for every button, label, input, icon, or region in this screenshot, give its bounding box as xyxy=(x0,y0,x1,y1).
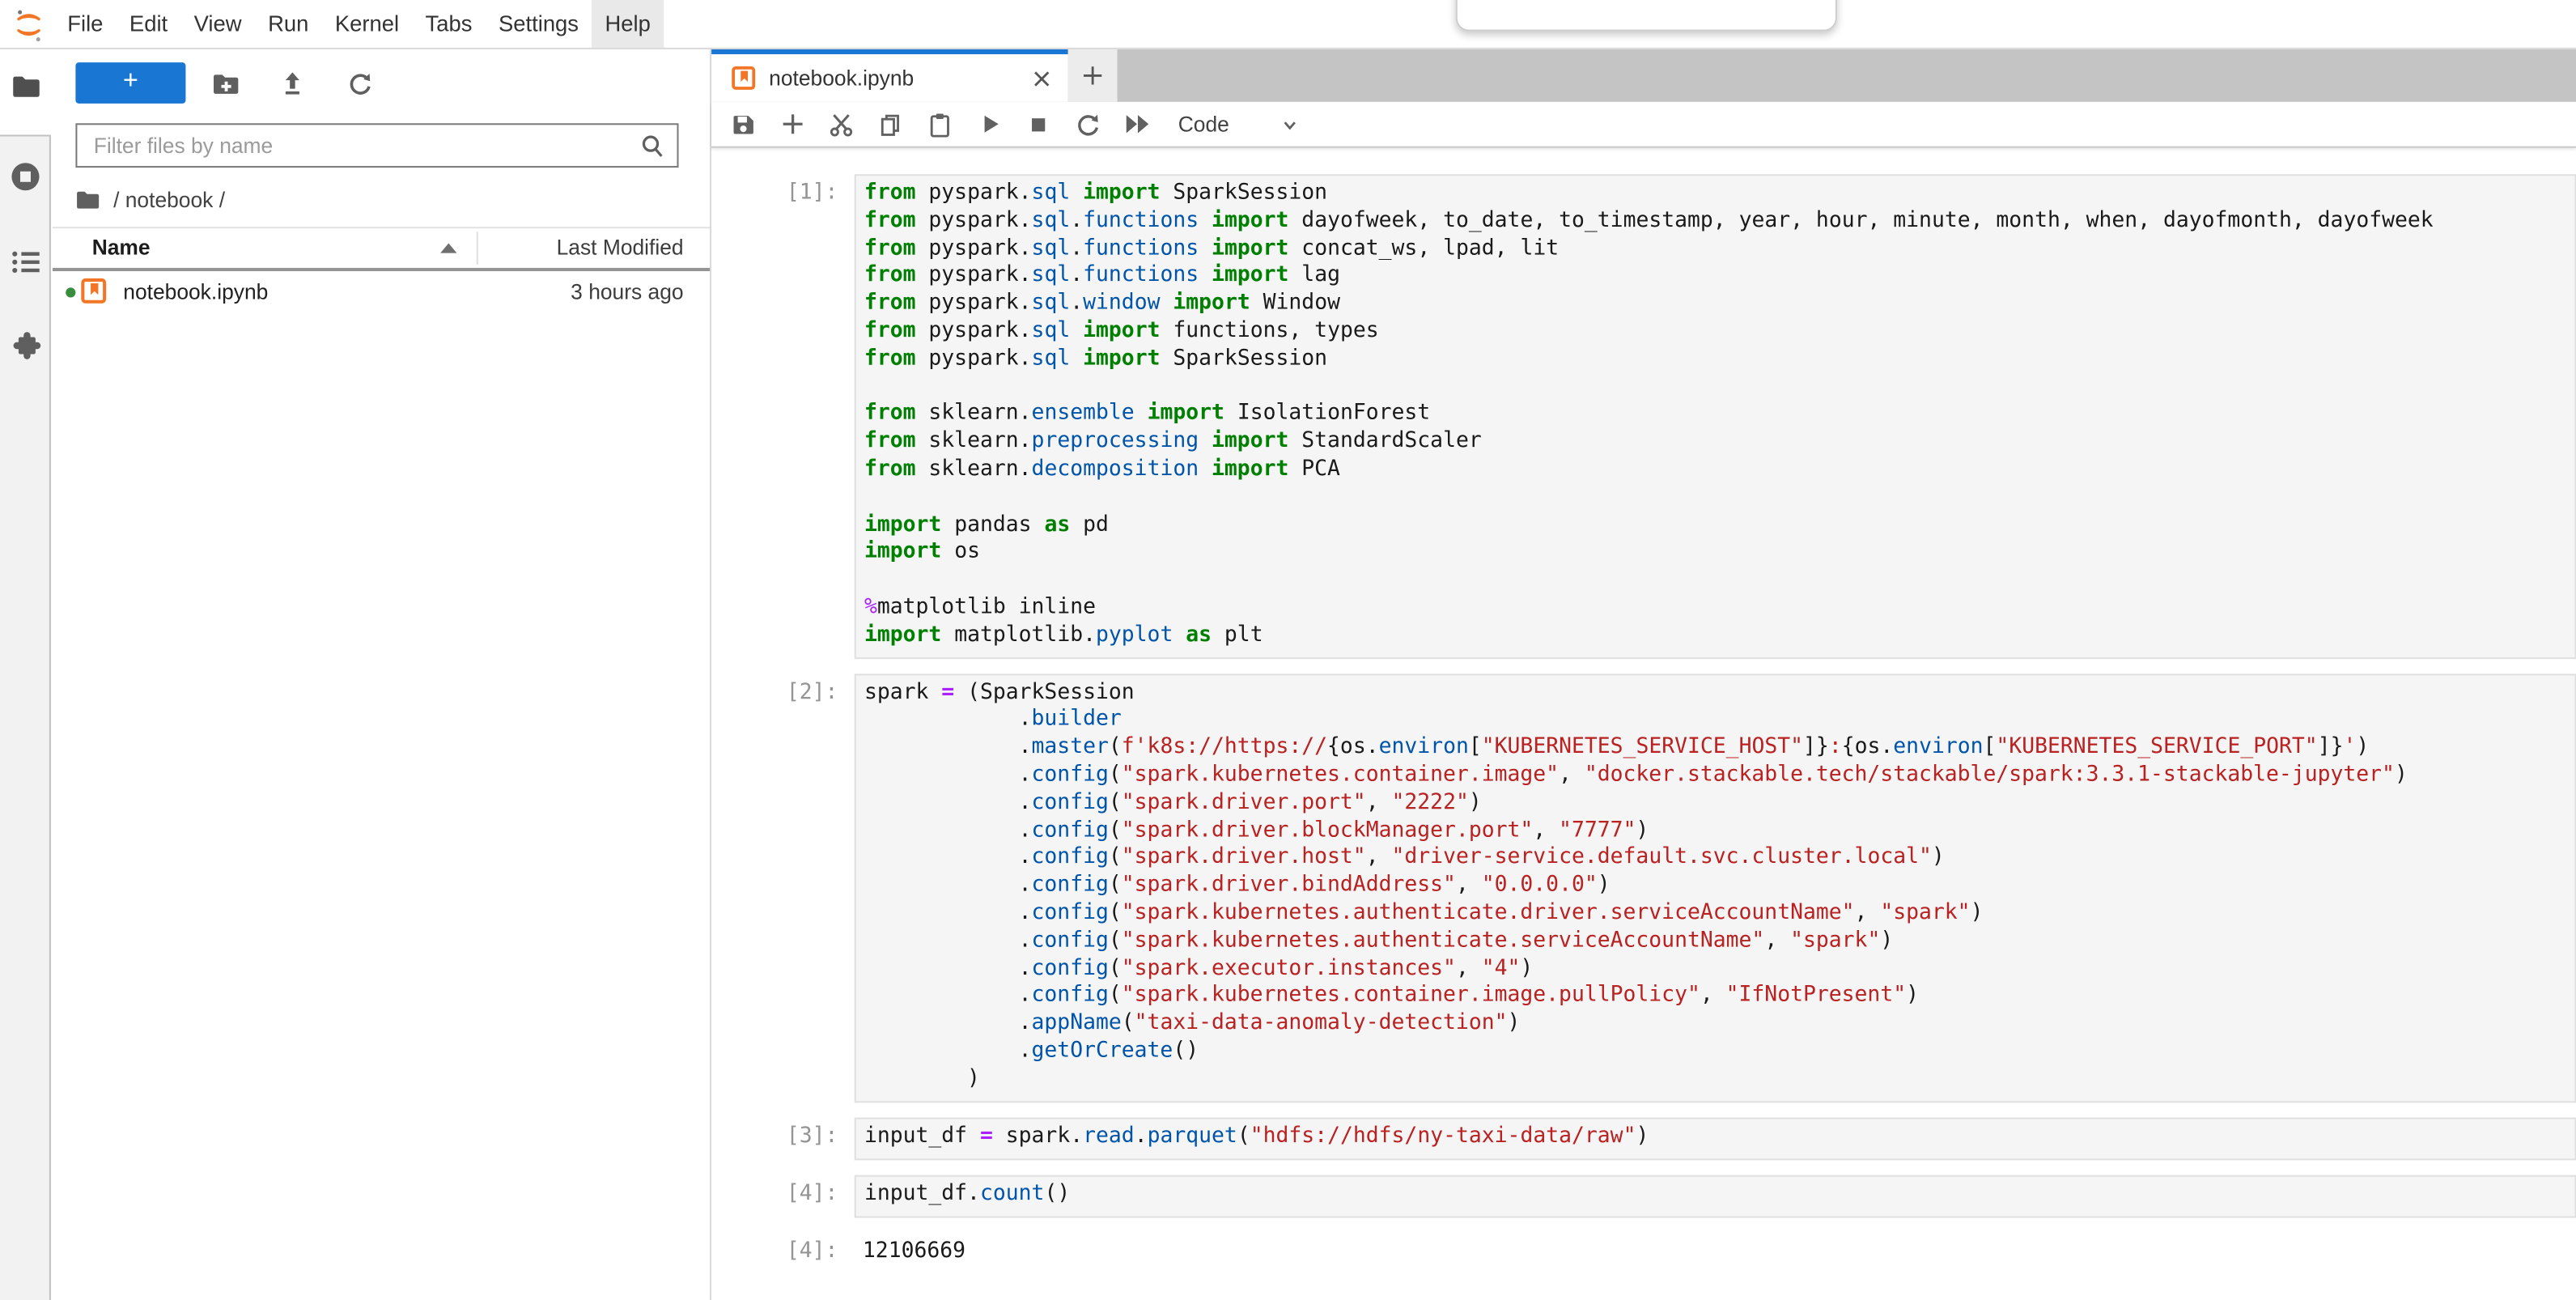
puzzle-icon xyxy=(11,330,40,360)
notebook-file-icon xyxy=(80,278,106,304)
copy-cells-button[interactable] xyxy=(866,101,915,147)
tab-close-button[interactable] xyxy=(1032,68,1051,87)
home-folder-icon xyxy=(75,188,100,209)
stop-icon xyxy=(1027,113,1050,135)
sidebar-item-table-of-contents[interactable] xyxy=(0,250,51,274)
column-header-name[interactable]: Name xyxy=(92,235,151,259)
cell-output: 12106669 xyxy=(855,1232,2576,1267)
stop-circle-icon xyxy=(10,161,41,193)
paste-icon xyxy=(927,111,953,137)
new-launcher-button[interactable]: + xyxy=(75,62,185,104)
sort-ascending-icon xyxy=(440,243,456,253)
github-popup: github.com xyxy=(1456,0,1837,32)
close-icon xyxy=(1032,68,1051,87)
jupyterlab-window: File Edit View Run Kernel Tabs Settings … xyxy=(0,0,2576,1300)
tab-bar: notebook.ipynb xyxy=(711,49,2576,102)
breadcrumb-path: / notebook / xyxy=(113,186,225,210)
cut-cells-button[interactable] xyxy=(817,101,866,147)
menu-tabs[interactable]: Tabs xyxy=(412,0,485,48)
notebook-file-icon xyxy=(731,66,755,90)
list-icon xyxy=(11,250,40,274)
plus-icon xyxy=(1081,64,1104,87)
file-browser-panel: + xyxy=(53,49,711,1300)
restart-kernel-button[interactable] xyxy=(1063,101,1113,147)
menu-run[interactable]: Run xyxy=(255,0,322,48)
cell-editor[interactable]: from pyspark.sql import SparkSessionfrom… xyxy=(855,174,2576,658)
run-cell-button[interactable] xyxy=(965,101,1014,147)
fast-forward-icon xyxy=(1124,113,1150,134)
cell-input-prompt: [3]: xyxy=(711,1117,855,1160)
cell-editor[interactable]: spark = (SparkSession .builder .master(f… xyxy=(855,673,2576,1102)
copy-icon xyxy=(877,111,903,137)
sidebar-item-extension-manager[interactable] xyxy=(0,330,51,360)
kernel-running-dot xyxy=(66,287,75,297)
cell-type-dropdown[interactable]: Code xyxy=(1178,112,1229,136)
file-modified: 3 hours ago xyxy=(571,279,683,304)
column-header-last-modified[interactable]: Last Modified xyxy=(557,235,684,259)
breadcrumb[interactable]: / notebook / xyxy=(75,184,225,214)
notebook-scroll-area[interactable]: [1]: from pyspark.sql import SparkSessio… xyxy=(711,150,2576,1300)
interrupt-kernel-button[interactable] xyxy=(1014,101,1063,147)
file-name: notebook.ipynb xyxy=(123,279,268,304)
tab-label: notebook.ipynb xyxy=(769,66,914,90)
cell-editor[interactable]: input_df.count() xyxy=(855,1175,2576,1217)
menu-help[interactable]: Help xyxy=(592,0,664,48)
code-cell-1: [1]: from pyspark.sql import SparkSessio… xyxy=(711,174,2576,658)
output-cell-4: [4]: 12106669 xyxy=(711,1232,2576,1267)
tab-notebook-ipynb[interactable]: notebook.ipynb xyxy=(711,49,1068,102)
new-folder-button[interactable] xyxy=(204,62,247,104)
file-row-notebook[interactable]: notebook.ipynb 3 hours ago xyxy=(53,271,710,312)
plus-icon xyxy=(779,112,804,136)
search-icon xyxy=(639,133,665,159)
upload-icon xyxy=(279,70,305,96)
file-filter-input[interactable] xyxy=(77,125,677,166)
paste-cells-button[interactable] xyxy=(915,101,965,147)
new-folder-icon xyxy=(211,71,240,94)
menu-view[interactable]: View xyxy=(180,0,254,48)
jupyter-logo-icon xyxy=(13,8,45,43)
restart-icon xyxy=(1075,111,1101,137)
menu-edit[interactable]: Edit xyxy=(117,0,181,48)
save-icon xyxy=(729,111,755,137)
save-button[interactable] xyxy=(718,101,767,147)
cell-input-prompt: [2]: xyxy=(711,673,855,1102)
refresh-button[interactable] xyxy=(338,62,381,104)
restart-run-all-button[interactable] xyxy=(1113,101,1162,147)
file-filter-box xyxy=(75,123,678,168)
file-list-header: Name Last Modified xyxy=(53,227,710,271)
scissors-icon xyxy=(828,111,854,137)
run-icon xyxy=(977,112,1001,136)
sidebar-item-file-browser[interactable] xyxy=(0,69,53,102)
cell-input-prompt: [1]: xyxy=(711,174,855,658)
code-cell-3: [3]: input_df = spark.read.parquet("hdfs… xyxy=(711,1117,2576,1160)
cell-input-prompt: [4]: xyxy=(711,1175,855,1217)
insert-cell-button[interactable] xyxy=(767,101,817,147)
upload-button[interactable] xyxy=(271,62,314,104)
new-tab-button[interactable] xyxy=(1068,49,1118,102)
folder-icon xyxy=(11,73,41,97)
refresh-icon xyxy=(346,70,372,96)
menu-kernel[interactable]: Kernel xyxy=(322,0,413,48)
cell-output-prompt: [4]: xyxy=(711,1232,855,1267)
code-cell-4: [4]: input_df.count() xyxy=(711,1175,2576,1217)
menu-bar: File Edit View Run Kernel Tabs Settings … xyxy=(0,0,2576,49)
notebook-toolbar: Code xyxy=(711,102,2576,148)
left-sidebar-strip xyxy=(0,49,53,1300)
code-cell-2: [2]: spark = (SparkSession .builder .mas… xyxy=(711,673,2576,1102)
left-sidebar-background xyxy=(0,134,51,1299)
cell-editor[interactable]: input_df = spark.read.parquet("hdfs://hd… xyxy=(855,1117,2576,1160)
sidebar-item-running-sessions[interactable] xyxy=(0,161,51,193)
column-divider xyxy=(477,232,478,265)
menu-settings[interactable]: Settings xyxy=(486,0,592,48)
menu-file[interactable]: File xyxy=(54,0,117,48)
chevron-down-icon xyxy=(1279,113,1301,135)
